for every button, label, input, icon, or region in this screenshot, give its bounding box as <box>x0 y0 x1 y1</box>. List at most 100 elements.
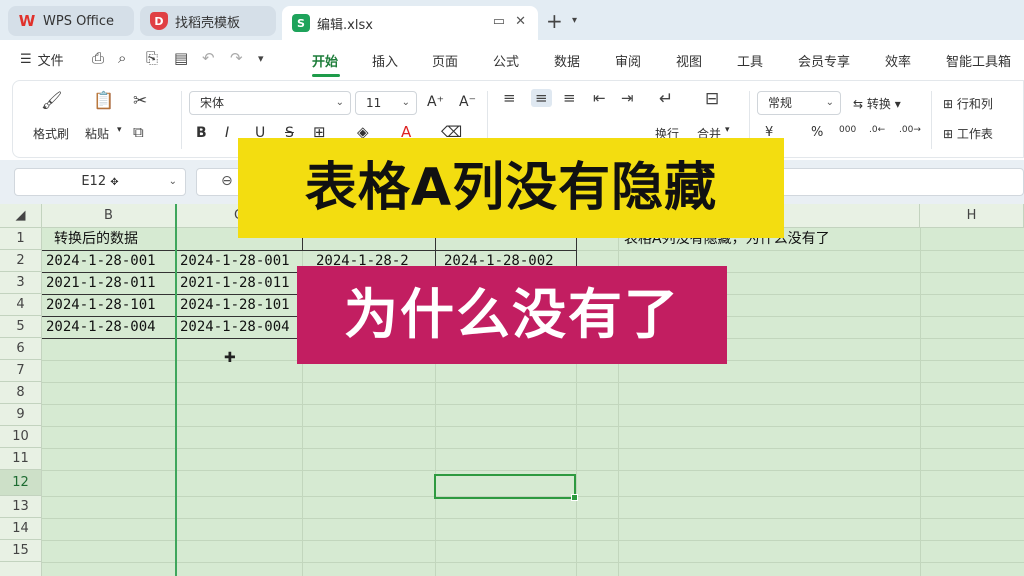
font-size-select[interactable]: 11 ⌄ <box>355 91 417 115</box>
menu-item-data[interactable]: 数据 <box>554 51 580 70</box>
selected-cell[interactable] <box>434 474 578 501</box>
menu-item-smart-tools[interactable]: 智能工具箱 <box>946 51 1011 70</box>
percent-button[interactable]: % <box>811 125 823 140</box>
paste-button[interactable]: 粘贴 <box>85 125 109 142</box>
font-name-value: 宋体 <box>200 96 225 110</box>
row-header[interactable]: 11 <box>0 448 42 470</box>
bold-button[interactable]: B <box>196 125 207 141</box>
chevron-down-icon[interactable]: ▾ <box>572 15 577 26</box>
font-name-select[interactable]: 宋体 ⌄ <box>189 91 351 115</box>
align-middle-icon[interactable]: ≡ <box>531 89 552 107</box>
row-header[interactable]: 8 <box>0 382 42 404</box>
save-icon[interactable]: ⎙ <box>92 49 104 67</box>
cell-b5[interactable]: 2024-1-28-004 <box>42 316 176 338</box>
row-header[interactable]: 6 <box>0 338 42 360</box>
column-header-b[interactable]: B <box>42 204 176 228</box>
format-painter-button[interactable]: 格式刷 <box>33 125 69 142</box>
row-col-icon: ⊞ <box>943 97 957 111</box>
worksheet-button[interactable]: ⊞ 工作表 <box>943 125 993 142</box>
cell-b3[interactable]: 2021-1-28-011 <box>42 272 176 294</box>
paste-chevron-icon[interactable]: ▾ <box>117 125 122 135</box>
cell-c4[interactable]: 2024-1-28-101 <box>176 294 302 316</box>
tab-template[interactable]: D 找稻壳模板 <box>140 6 276 36</box>
worksheet-icon: ⊞ <box>943 127 957 141</box>
subline-caption: 为什么没有了 <box>297 266 727 364</box>
row-header[interactable]: 2 <box>0 250 42 272</box>
convert-icon: ⇆ <box>853 97 867 111</box>
menu-item-page[interactable]: 页面 <box>432 51 458 70</box>
indent-icon[interactable]: ⇥ <box>621 89 634 107</box>
decrease-decimal-icon[interactable]: .00→ <box>899 125 921 135</box>
worksheet-label: 工作表 <box>956 127 993 141</box>
menu-item-member[interactable]: 会员专享 <box>798 51 850 70</box>
cell-c3[interactable]: 2021-1-28-011 <box>176 272 302 294</box>
tab-label: 编辑.xlsx <box>317 17 373 33</box>
increase-decimal-icon[interactable]: .0← <box>869 125 885 135</box>
row-header[interactable]: 13 <box>0 496 42 518</box>
name-box[interactable]: E12 ✥ ⌄ <box>14 168 186 196</box>
convert-button[interactable]: ⇆ 转换 ▾ <box>853 95 901 112</box>
menu-item-home[interactable]: 开始 <box>312 51 338 70</box>
row-col-button[interactable]: ⊞ 行和列 <box>943 95 993 112</box>
decrease-font-icon[interactable]: A⁻ <box>459 94 476 110</box>
menu-bar: ☰ 文件 ⎙ ⌕ ⎘ ▤ ↶ ↷ ▾ 开始 插入 页面 公式 数据 审阅 视图 … <box>0 40 1024 78</box>
zoom-icon[interactable]: ⊖ <box>221 173 233 189</box>
row-header[interactable]: 9 <box>0 404 42 426</box>
menu-item-efficiency[interactable]: 效率 <box>885 51 911 70</box>
row-header[interactable]: 14 <box>0 518 42 540</box>
row-header[interactable]: 15 <box>0 540 42 562</box>
menu-item-review[interactable]: 审阅 <box>615 51 641 70</box>
preview-icon[interactable]: ▤ <box>174 49 188 67</box>
increase-font-icon[interactable]: A⁺ <box>427 94 444 110</box>
row-header[interactable]: 1 <box>0 228 42 250</box>
wps-logo-icon: W <box>18 12 36 30</box>
thousands-separator-icon[interactable]: 000 <box>839 125 856 135</box>
export-icon[interactable]: ⌕ <box>118 49 126 67</box>
new-tab-button[interactable]: + <box>546 9 563 33</box>
select-all-corner[interactable]: ◢ <box>0 204 42 228</box>
format-painter-icon: 🖌 <box>41 91 63 111</box>
menu-item-tools[interactable]: 工具 <box>737 51 763 70</box>
row-header[interactable] <box>0 562 42 576</box>
row-header[interactable]: 7 <box>0 360 42 382</box>
redo-icon[interactable]: ↷ <box>230 49 243 67</box>
convert-label: 转换 <box>866 97 891 111</box>
undo-icon[interactable]: ↶ <box>202 49 215 67</box>
font-size-value: 11 <box>366 96 382 110</box>
column-header-h[interactable]: H <box>920 204 1024 228</box>
monitor-icon[interactable]: ▭ <box>493 14 505 29</box>
close-tab-icon[interactable]: ✕ <box>515 14 526 29</box>
freeze-pane-line <box>175 204 177 576</box>
cell-b2[interactable]: 2024-1-28-001 <box>42 250 176 272</box>
merge-chevron-icon[interactable]: ▾ <box>725 125 730 135</box>
row-header[interactable]: 4 <box>0 294 42 316</box>
row-header-selected[interactable]: 12 <box>0 470 42 496</box>
tab-active-document[interactable]: S 编辑.xlsx ▭ ✕ <box>282 6 538 40</box>
align-bottom-icon[interactable]: ≡ <box>563 89 576 107</box>
italic-button[interactable]: I <box>225 125 229 141</box>
print-icon[interactable]: ⎘ <box>146 49 158 67</box>
menu-item-formula[interactable]: 公式 <box>493 51 519 70</box>
align-top-icon[interactable]: ≡ <box>503 89 516 107</box>
copy-icon[interactable]: ⧉ <box>133 123 144 141</box>
number-format-select[interactable]: 常规 ⌄ <box>757 91 841 115</box>
menu-item-view[interactable]: 视图 <box>676 51 702 70</box>
cell-c2[interactable]: 2024-1-28-001 <box>176 250 302 272</box>
spreadsheet-grid[interactable]: ◢ B C D E F G H 1 2 3 4 5 6 7 8 9 10 11 … <box>0 204 1024 576</box>
more-chevron-icon[interactable]: ▾ <box>258 52 264 65</box>
chevron-down-icon: ⌄ <box>825 97 834 108</box>
cell-b4[interactable]: 2024-1-28-101 <box>42 294 176 316</box>
docer-logo-icon: D <box>150 12 168 30</box>
row-header[interactable]: 3 <box>0 272 42 294</box>
row-header[interactable]: 10 <box>0 426 42 448</box>
file-menu[interactable]: ☰ 文件 <box>20 50 64 69</box>
outdent-icon[interactable]: ⇤ <box>593 89 606 107</box>
tab-wps-office[interactable]: W WPS Office <box>8 6 134 36</box>
ribbon-divider <box>181 91 182 149</box>
cut-icon[interactable]: ✂ <box>133 91 147 111</box>
row-header[interactable]: 5 <box>0 316 42 338</box>
menu-item-insert[interactable]: 插入 <box>372 51 398 70</box>
tab-label: WPS Office <box>43 13 115 29</box>
cell-b1[interactable]: 转换后的数据 <box>50 228 176 250</box>
cell-c5[interactable]: 2024-1-28-004 <box>176 316 302 338</box>
